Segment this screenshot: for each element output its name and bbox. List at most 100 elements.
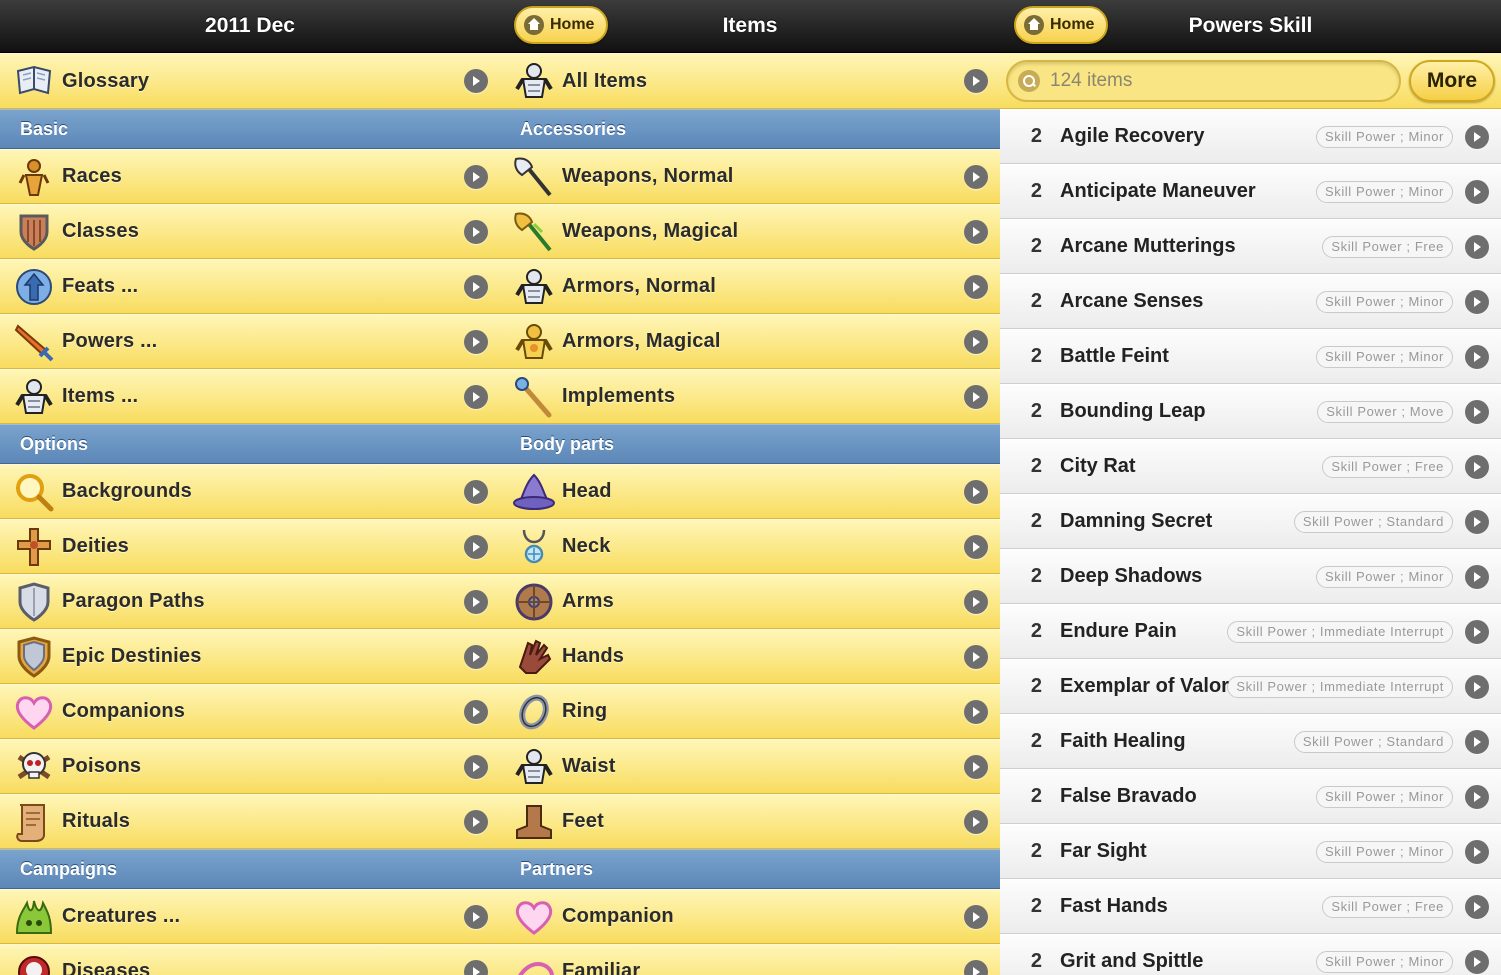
sword-icon bbox=[14, 323, 54, 361]
power-level: 2 bbox=[1030, 620, 1042, 642]
menu-item-weapons-magical[interactable]: Weapons, Magical bbox=[500, 204, 1000, 259]
power-row[interactable]: 2 Grit and Spittle Skill Power ; Minor bbox=[1000, 934, 1501, 975]
power-level: 2 bbox=[1030, 895, 1042, 917]
chevron-right-icon bbox=[464, 219, 488, 244]
power-type-badge: Skill Power ; Free bbox=[1322, 895, 1453, 918]
menu-item-hands[interactable]: Hands bbox=[500, 629, 1000, 684]
menu-item-classes[interactable]: Classes bbox=[0, 204, 500, 259]
power-level: 2 bbox=[1030, 785, 1042, 807]
search-icon bbox=[1018, 69, 1040, 92]
menu-item-companions[interactable]: Companions bbox=[0, 684, 500, 739]
creature-icon bbox=[15, 899, 53, 934]
power-row[interactable]: 2 Agile Recovery Skill Power ; Minor bbox=[1000, 109, 1501, 164]
epic-shield-icon bbox=[17, 635, 51, 678]
menu-item-label: Diseases bbox=[62, 960, 151, 975]
magnifier-icon bbox=[16, 473, 54, 511]
menu-item-epic-destinies[interactable]: Epic Destinies bbox=[0, 629, 500, 684]
menu-item-waist[interactable]: Waist bbox=[500, 739, 1000, 794]
chevron-right-icon bbox=[964, 904, 988, 929]
menu-item-arms[interactable]: Arms bbox=[500, 574, 1000, 629]
menu-item-armors-normal[interactable]: Armors, Normal bbox=[500, 259, 1000, 314]
power-row[interactable]: 2 Far Sight Skill Power ; Minor bbox=[1000, 824, 1501, 879]
heart-icon bbox=[515, 900, 553, 935]
home-icon bbox=[524, 15, 544, 35]
round-shield-icon bbox=[512, 580, 556, 624]
feats-icon bbox=[12, 265, 56, 309]
power-name: Faith Healing bbox=[1060, 730, 1186, 752]
menu-item-implements[interactable]: Implements bbox=[500, 369, 1000, 424]
section-header: Options bbox=[0, 424, 500, 464]
search-field[interactable] bbox=[1006, 59, 1401, 102]
menu-item-deities[interactable]: Deities bbox=[0, 519, 500, 574]
power-type-badge: Skill Power ; Minor bbox=[1315, 180, 1453, 203]
menu-item-races[interactable]: Races bbox=[0, 149, 500, 204]
power-row[interactable]: 2 Fast Hands Skill Power ; Free bbox=[1000, 879, 1501, 934]
menu-item-feats[interactable]: Feats ... bbox=[0, 259, 500, 314]
shield-icon bbox=[19, 214, 49, 251]
disease-icon bbox=[12, 950, 56, 975]
menu-item-poisons[interactable]: Poisons bbox=[0, 739, 500, 794]
chevron-right-icon bbox=[1465, 509, 1489, 534]
power-row[interactable]: 2 City Rat Skill Power ; Free bbox=[1000, 439, 1501, 494]
menu-item-glossary[interactable]: Glossary bbox=[0, 53, 500, 109]
menu-item-backgrounds[interactable]: Backgrounds bbox=[0, 464, 500, 519]
power-row[interactable]: 2 Endure Pain Skill Power ; Immediate Inte… bbox=[1000, 604, 1501, 659]
menu-item-armors-magical[interactable]: Armors, Magical bbox=[500, 314, 1000, 369]
power-row[interactable]: 2 Arcane Senses Skill Power ; Minor bbox=[1000, 274, 1501, 329]
power-row[interactable]: 2 False Bravado Skill Power ; Minor bbox=[1000, 769, 1501, 824]
feats-icon bbox=[16, 268, 52, 305]
section-header: Partners bbox=[500, 849, 1000, 889]
chevron-right-icon bbox=[1465, 894, 1489, 919]
chevron-right-icon bbox=[1465, 949, 1489, 974]
power-row[interactable]: 2 Exemplar of Valor Skill Power ; Immediat… bbox=[1000, 659, 1501, 714]
chevron-right-icon bbox=[1465, 124, 1489, 149]
menu-item-ring[interactable]: Ring bbox=[500, 684, 1000, 739]
power-level: 2 bbox=[1030, 455, 1042, 477]
search-input[interactable] bbox=[1050, 69, 1350, 92]
book-icon bbox=[16, 65, 52, 95]
menu-item-items[interactable]: Items ... bbox=[0, 369, 500, 424]
chevron-right-icon bbox=[464, 809, 488, 834]
menu-item-rituals[interactable]: Rituals bbox=[0, 794, 500, 849]
chevron-right-icon bbox=[464, 274, 488, 299]
chevron-right-icon bbox=[464, 904, 488, 929]
power-name: Battle Feint bbox=[1060, 345, 1169, 367]
power-row[interactable]: 2 Arcane Mutterings Skill Power ; Free bbox=[1000, 219, 1501, 274]
menu-item-neck[interactable]: Neck bbox=[500, 519, 1000, 574]
book-icon bbox=[12, 59, 56, 103]
home-button-label: Home bbox=[1050, 16, 1095, 33]
menu-item-powers[interactable]: Powers ... bbox=[0, 314, 500, 369]
more-button[interactable]: More bbox=[1409, 59, 1495, 102]
power-row[interactable]: 2 Faith Healing Skill Power ; Standard bbox=[1000, 714, 1501, 769]
power-level: 2 bbox=[1030, 730, 1042, 752]
chevron-right-icon bbox=[964, 274, 988, 299]
home-button[interactable]: Home bbox=[1014, 6, 1109, 44]
menu-item-weapons-normal[interactable]: Weapons, Normal bbox=[500, 149, 1000, 204]
power-level: 2 bbox=[1030, 950, 1042, 972]
menu-item-feet[interactable]: Feet bbox=[500, 794, 1000, 849]
menu-item-diseases[interactable]: Diseases bbox=[0, 944, 500, 975]
menu-item-label: Feet bbox=[562, 810, 604, 832]
power-type-badge: Skill Power ; Free bbox=[1322, 235, 1453, 258]
menu-item-label: Armors, Magical bbox=[562, 330, 721, 352]
power-row[interactable]: 2 Battle Feint Skill Power ; Minor bbox=[1000, 329, 1501, 384]
menu-item-label: Races bbox=[62, 165, 122, 187]
menu-item-label: Arms bbox=[562, 590, 614, 612]
menu-item-familiar[interactable]: Familiar bbox=[500, 944, 1000, 975]
home-button[interactable]: Home bbox=[514, 6, 609, 44]
menu-item-label: Hands bbox=[562, 645, 625, 667]
power-row[interactable]: 2 Deep Shadows Skill Power ; Minor bbox=[1000, 549, 1501, 604]
menu-item-label: Items ... bbox=[62, 385, 139, 407]
paragon-shield-icon bbox=[18, 581, 50, 622]
sword-icon bbox=[12, 320, 56, 364]
menu-item-creatures[interactable]: Creatures ... bbox=[0, 889, 500, 944]
power-row[interactable]: 2 Damning Secret Skill Power ; Standard bbox=[1000, 494, 1501, 549]
power-row[interactable]: 2 Bounding Leap Skill Power ; Move bbox=[1000, 384, 1501, 439]
power-row[interactable]: 2 Anticipate Maneuver Skill Power ; Minor bbox=[1000, 164, 1501, 219]
menu-item-head[interactable]: Head bbox=[500, 464, 1000, 519]
menu-item-paragon-paths[interactable]: Paragon Paths bbox=[0, 574, 500, 629]
menu-item-all-items[interactable]: All Items bbox=[500, 53, 1000, 109]
heart-icon bbox=[12, 690, 56, 734]
menu-item-companion[interactable]: Companion bbox=[500, 889, 1000, 944]
chevron-right-icon bbox=[964, 69, 988, 93]
